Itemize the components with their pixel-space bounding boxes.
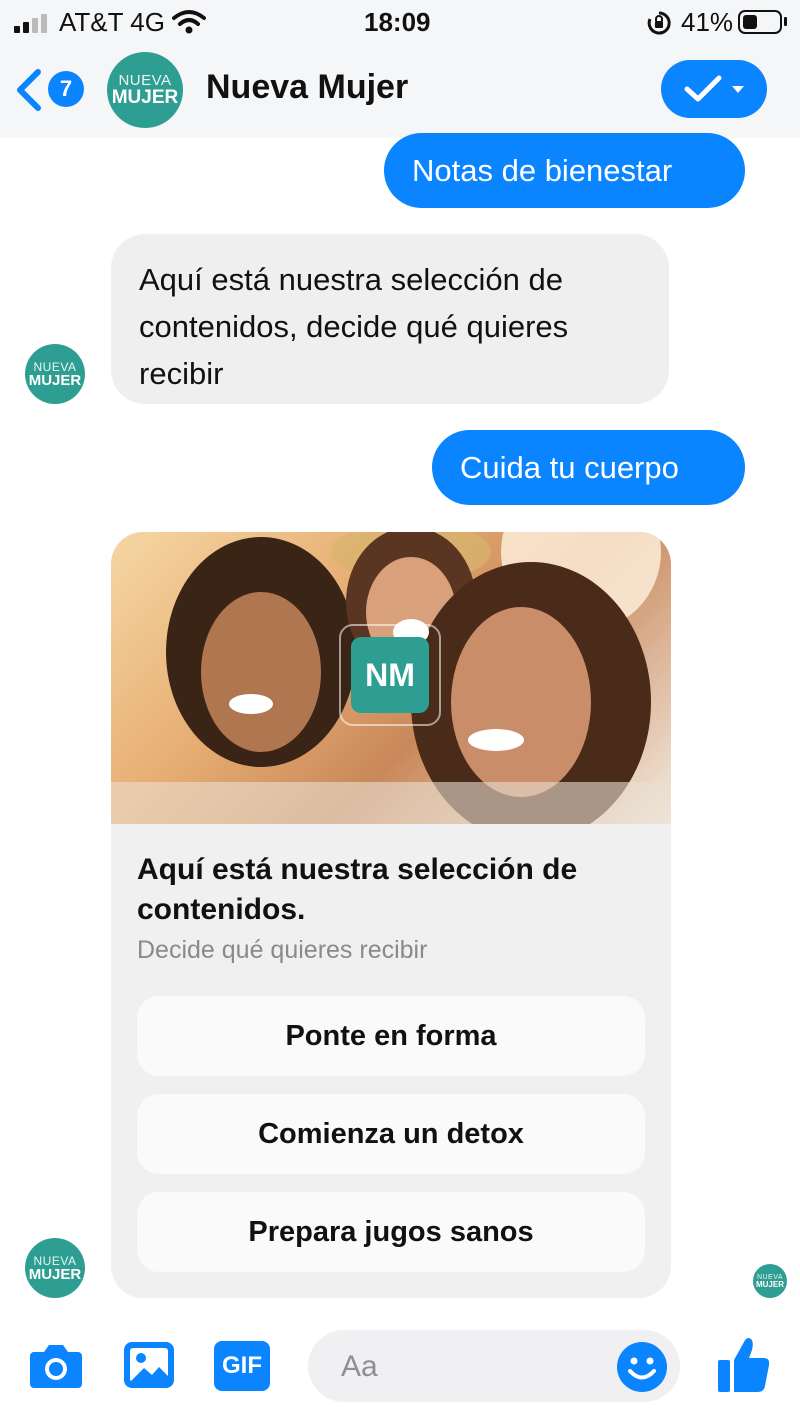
read-receipt-avatar: NUEVA MUJER xyxy=(753,1264,787,1298)
status-bar: AT&T 4G 18:09 41% xyxy=(0,0,800,46)
generic-template-card: NM Aquí está nuestra selección de conten… xyxy=(111,532,671,1298)
message-incoming: Aquí está nuestra selección de contenido… xyxy=(111,234,669,404)
carrier-label: AT&T 4G xyxy=(59,7,165,37)
orientation-lock-icon xyxy=(647,11,671,35)
message-input[interactable]: Aa xyxy=(308,1330,680,1402)
chevron-left-icon xyxy=(17,69,41,111)
battery-icon xyxy=(738,10,782,34)
battery-percent: 41% xyxy=(681,7,734,37)
chat-header: 7 NUEVA MUJER Nueva Mujer xyxy=(0,46,800,138)
card-subtitle: Decide qué quieres recibir xyxy=(137,936,428,964)
card-image[interactable]: NM xyxy=(111,532,671,824)
bot-avatar[interactable]: NUEVA MUJER xyxy=(25,344,85,404)
message-input-placeholder: Aa xyxy=(341,1350,378,1383)
image-icon[interactable] xyxy=(122,1340,176,1390)
gif-icon[interactable]: GIF xyxy=(214,1341,270,1391)
card-button-ponte-en-forma[interactable]: Ponte en forma xyxy=(137,996,645,1076)
nm-logo: NM xyxy=(351,637,429,713)
smiley-icon[interactable] xyxy=(615,1340,669,1394)
bot-avatar[interactable]: NUEVA MUJER xyxy=(25,1238,85,1298)
composer-bar: GIF Aa xyxy=(0,1328,800,1422)
back-button[interactable]: 7 xyxy=(14,66,88,114)
signal-icon xyxy=(14,14,47,33)
wifi-icon xyxy=(172,10,206,34)
subscribe-button[interactable] xyxy=(661,60,767,118)
message-text: Notas de bienestar xyxy=(412,152,673,188)
card-title: Aquí está nuestra selección de contenido… xyxy=(137,853,578,926)
unread-count-badge: 7 xyxy=(48,71,84,107)
camera-icon[interactable] xyxy=(28,1342,84,1390)
message-outgoing: Cuida tu cuerpo xyxy=(432,430,745,505)
thumbs-up-icon[interactable] xyxy=(716,1334,772,1394)
caret-down-icon xyxy=(732,86,744,93)
battery-cap xyxy=(784,17,787,26)
message-text: Aquí está nuestra selección de contenido… xyxy=(139,262,569,391)
clock: 18:09 xyxy=(364,7,431,37)
check-icon xyxy=(684,75,722,102)
chat-title[interactable]: Nueva Mujer xyxy=(206,68,408,107)
message-text: Cuida tu cuerpo xyxy=(460,449,679,485)
card-button-comienza-un-detox[interactable]: Comienza un detox xyxy=(137,1094,645,1174)
card-button-prepara-jugos-sanos[interactable]: Prepara jugos sanos xyxy=(137,1192,645,1272)
message-outgoing: Notas de bienestar xyxy=(384,133,745,208)
page-avatar[interactable]: NUEVA MUJER xyxy=(107,52,183,128)
